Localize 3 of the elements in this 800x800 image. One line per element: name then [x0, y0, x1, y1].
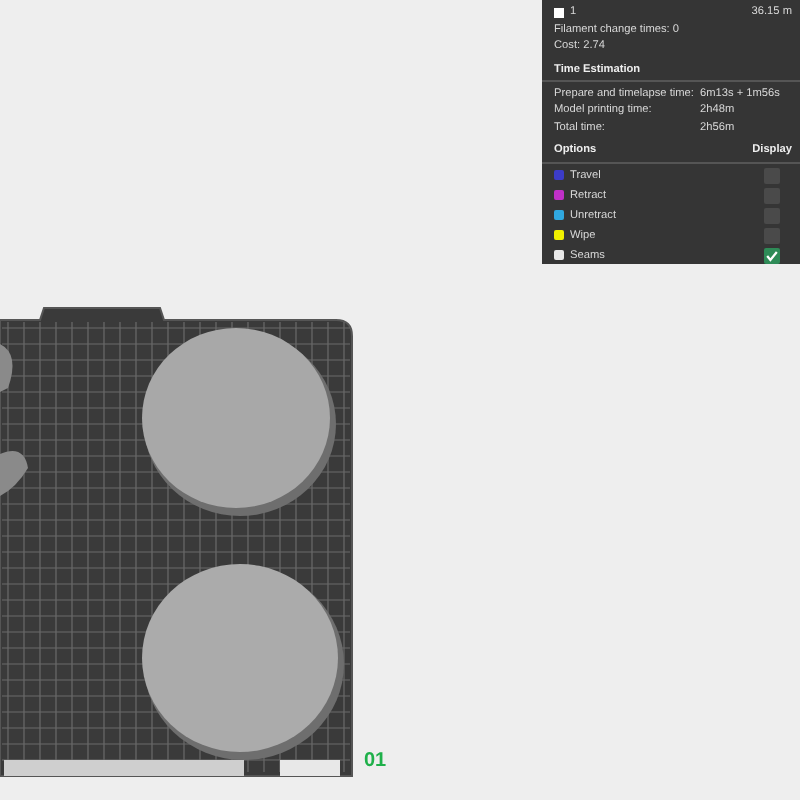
checkbox[interactable] [764, 247, 780, 264]
plate-number[interactable]: 01 [364, 750, 387, 772]
checkbox[interactable] [764, 167, 780, 184]
